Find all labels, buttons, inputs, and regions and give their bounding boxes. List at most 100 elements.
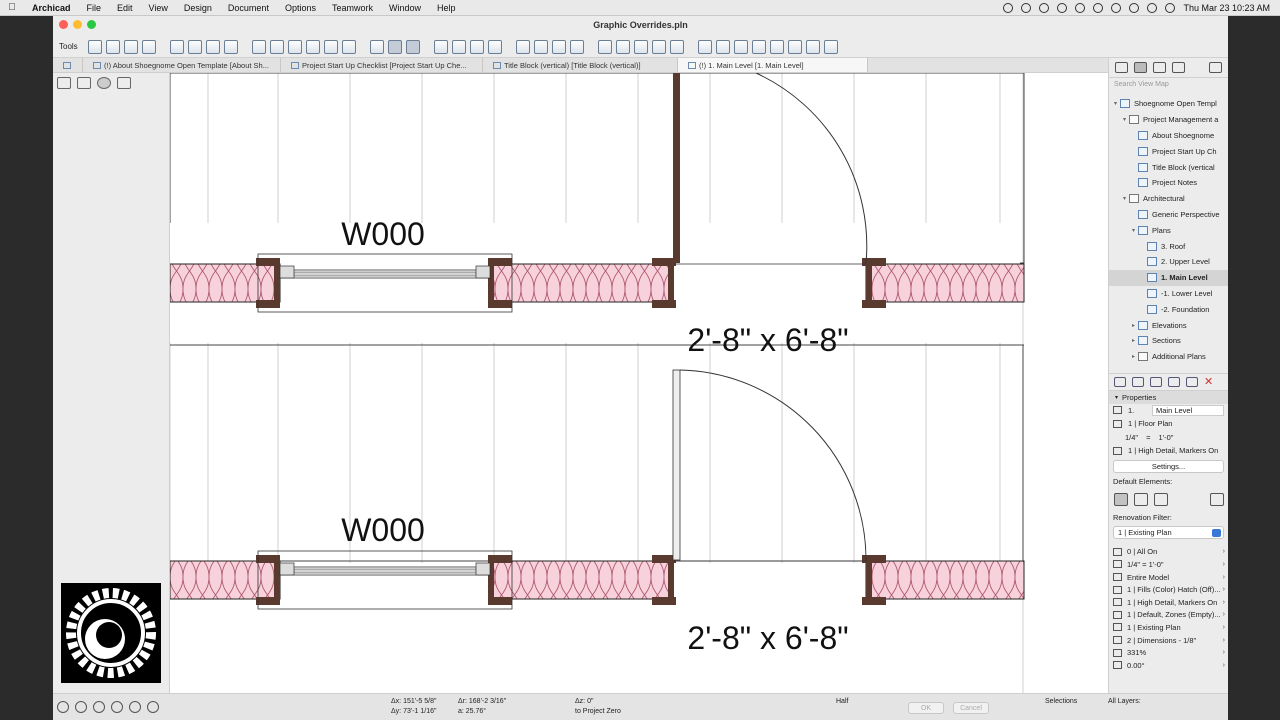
view-map-item[interactable]: ▸ Elevations [1109, 317, 1228, 333]
tab-about-shoegnome[interactable]: (!) About Shoegnome Open Template [About… [83, 58, 281, 72]
menubar-clock[interactable]: Thu Mar 23 10:23 AM [1183, 3, 1270, 13]
tool-icon[interactable] [251, 39, 266, 54]
view-map-item[interactable]: Generic Perspective [1109, 207, 1228, 223]
tool-icon[interactable] [269, 39, 284, 54]
tool-icon[interactable] [669, 39, 684, 54]
zoom-out-icon[interactable] [75, 701, 87, 713]
tool-icon[interactable] [597, 39, 612, 54]
menu-window[interactable]: Window [381, 3, 429, 13]
selections-label[interactable]: Selections [1045, 697, 1077, 706]
cancel-button[interactable]: Cancel [953, 702, 989, 714]
view-map-item[interactable]: 1. Main Level [1109, 269, 1228, 286]
spotlight-search-icon[interactable] [1129, 2, 1140, 13]
arrow-tool-icon[interactable] [57, 77, 71, 89]
tool-icon[interactable] [169, 39, 184, 54]
ok-button[interactable]: OK [908, 702, 944, 714]
floor-plan-canvas[interactable]: W000 W000 2'-8" x 6'-8" 2'-8" x 6'-8" [170, 73, 1108, 693]
tool-icon[interactable] [569, 39, 584, 54]
quick-option-row[interactable]: 331% › [1109, 646, 1228, 659]
quick-option-row[interactable]: 0.00° › [1109, 659, 1228, 672]
minimize-window-button[interactable] [73, 20, 82, 29]
redo-zoom-icon[interactable] [147, 701, 159, 713]
menu-file[interactable]: File [79, 3, 110, 13]
menu-icon[interactable] [1209, 62, 1222, 73]
quick-option-row[interactable]: 1 | Fills (Color) Hatch (Off)... › [1109, 583, 1228, 596]
rotate-icon[interactable] [97, 77, 111, 89]
tool-icon[interactable] [405, 39, 420, 54]
view-map-item[interactable]: 3. Roof [1109, 238, 1228, 254]
quick-option-row[interactable]: Entire Model › [1109, 571, 1228, 584]
tool-icon[interactable] [223, 39, 238, 54]
tool-icon[interactable] [715, 39, 730, 54]
quick-option-row[interactable]: 1 | Default, Zones (Empty)... › [1109, 609, 1228, 622]
status-icon[interactable] [1057, 2, 1068, 13]
tool-icon[interactable] [805, 39, 820, 54]
control-center-icon[interactable] [1147, 2, 1158, 13]
view-map-item[interactable]: About Shoegnome [1109, 128, 1228, 144]
default-elements-icon[interactable] [1114, 493, 1128, 507]
view-map-item[interactable]: ▸ Sections [1109, 333, 1228, 349]
view-map-item[interactable]: Project Notes [1109, 175, 1228, 191]
view-map-item[interactable]: -2. Foundation [1109, 301, 1228, 317]
status-icon[interactable] [1093, 2, 1104, 13]
tool-icon[interactable] [205, 39, 220, 54]
tool-icon[interactable] [823, 39, 838, 54]
publisher-icon[interactable] [1172, 62, 1185, 73]
element-icon[interactable] [1154, 493, 1168, 507]
view-map-icon[interactable] [1134, 62, 1147, 73]
quick-option-row[interactable]: 1 | Existing Plan › [1109, 621, 1228, 634]
view-map-item[interactable]: ▾ Architectural [1109, 191, 1228, 207]
close-window-button[interactable] [59, 20, 68, 29]
tool-icon[interactable] [433, 39, 448, 54]
status-icon[interactable] [1021, 2, 1032, 13]
tool-icon[interactable] [387, 39, 402, 54]
reference-select[interactable]: to Project Zero [575, 707, 621, 716]
tool-icon[interactable] [615, 39, 630, 54]
menu-teamwork[interactable]: Teamwork [324, 3, 381, 13]
new-view-icon[interactable] [1114, 376, 1126, 387]
view-map-item[interactable]: ▾ Plans [1109, 222, 1228, 238]
tool-icon[interactable] [105, 39, 120, 54]
marquee-tool-icon[interactable] [77, 77, 91, 89]
tool-icon[interactable] [323, 39, 338, 54]
disclosure-triangle-icon[interactable]: ▸ [1129, 322, 1138, 329]
favorites-icon[interactable] [87, 39, 102, 54]
dropbox-icon[interactable] [1075, 2, 1086, 13]
menu-help[interactable]: Help [429, 3, 464, 13]
all-layers-label[interactable]: All Layers: [1108, 697, 1141, 706]
view-map-item[interactable]: ▸ Additional Plans [1109, 349, 1228, 365]
undo-zoom-icon[interactable] [129, 701, 141, 713]
tab-title-block[interactable]: Title Block (vertical) [Title Block (ver… [483, 58, 678, 72]
zoom-window-button[interactable] [87, 20, 96, 29]
view-map-item[interactable]: 2. Upper Level [1109, 254, 1228, 270]
tool-icon[interactable] [341, 39, 356, 54]
renovation-filter-select[interactable]: 1 | Existing Plan [1113, 525, 1224, 539]
view-map-item[interactable]: Project Start Up Ch [1109, 143, 1228, 159]
quick-option-row[interactable]: 1 | High Detail, Markers On › [1109, 596, 1228, 609]
tool-icon[interactable] [469, 39, 484, 54]
printer-icon[interactable] [1134, 493, 1148, 507]
properties-header[interactable]: ▾ Properties [1109, 390, 1228, 404]
disclosure-triangle-icon[interactable]: ▸ [1129, 353, 1138, 360]
new-folder-icon[interactable] [1150, 376, 1162, 387]
battery-icon[interactable] [1111, 2, 1122, 13]
disclosure-triangle-icon[interactable]: ▸ [1129, 337, 1138, 344]
pointer-icon[interactable] [117, 77, 131, 89]
disclosure-triangle-icon[interactable]: ▾ [1120, 195, 1129, 202]
quick-option-row[interactable]: 0 | All On › [1109, 546, 1228, 559]
status-icon[interactable] [1003, 2, 1014, 13]
tab-main-level[interactable]: (!) 1. Main Level [1. Main Level] [678, 58, 868, 72]
delete-icon[interactable]: ✕ [1204, 375, 1213, 388]
tool-icon[interactable] [305, 39, 320, 54]
tool-icon[interactable] [697, 39, 712, 54]
snap-mode[interactable]: Half [836, 697, 848, 706]
tool-icon[interactable] [123, 39, 138, 54]
view-map-item[interactable]: ▾ Project Management a [1109, 112, 1228, 128]
menu-app-name[interactable]: Archicad [24, 3, 79, 13]
tool-icon[interactable] [533, 39, 548, 54]
project-map-icon[interactable] [1115, 62, 1128, 73]
view-map-item[interactable]: ▾ Shoegnome Open Templ [1109, 96, 1228, 112]
save-view-icon[interactable] [1168, 376, 1180, 387]
tab-overview[interactable] [53, 58, 83, 72]
siri-icon[interactable] [1165, 2, 1176, 13]
